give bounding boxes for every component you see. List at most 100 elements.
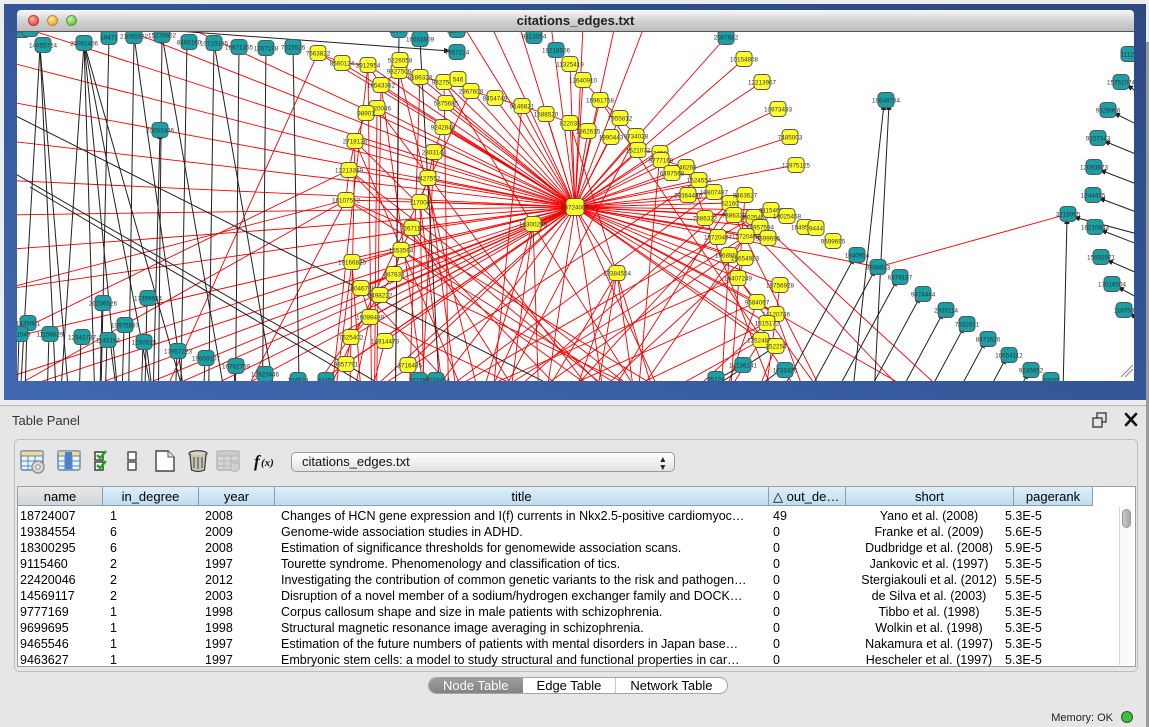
svg-text:7663822: 7663822 [306,50,331,57]
svg-text:11325419: 11325419 [556,61,584,68]
svg-text:12975125: 12975125 [782,162,811,169]
svg-text:252254: 252254 [765,343,787,350]
svg-text:95124: 95124 [707,376,725,381]
svg-text:10654112: 10654112 [995,352,1023,359]
svg-text:98901: 98901 [357,110,375,117]
svg-text:12213369: 12213369 [335,167,364,174]
svg-text:18300295: 18300295 [519,221,548,228]
svg-text:2718126: 2718126 [343,138,368,145]
svg-text:2935114: 2935114 [934,307,959,314]
svg-text:2087682: 2087682 [714,34,739,41]
svg-text:9777169: 9777169 [649,157,674,164]
svg-text:19654923: 19654923 [731,255,760,262]
svg-text:19756928: 19756928 [766,282,795,289]
svg-text:12033454: 12033454 [422,377,451,381]
svg-text:5226058: 5226058 [388,57,413,64]
svg-text:14055724: 14055724 [29,42,58,49]
svg-text:391549: 391549 [17,331,31,338]
svg-text:7857224: 7857224 [445,49,470,56]
svg-text:19473: 19473 [100,34,118,41]
svg-text:20053346: 20053346 [146,127,175,134]
svg-text:546: 546 [453,76,464,83]
svg-text:10975887: 10975887 [111,322,140,329]
svg-text:12923446: 12923446 [251,371,280,378]
svg-text:9474444: 9474444 [911,291,936,298]
svg-text:104523: 104523 [287,377,309,381]
svg-text:21065322: 21065322 [120,33,149,40]
svg-text:7955812: 7955812 [608,115,633,122]
svg-text:20364436: 20364436 [674,192,703,199]
svg-text:3267110: 3267110 [400,225,425,232]
svg-text:20206526: 20206526 [89,300,118,307]
svg-text:8466160: 8466160 [177,39,202,46]
svg-text:1145194: 1145194 [96,337,121,344]
svg-text:11126: 11126 [1121,51,1134,58]
svg-text:17016504: 17016504 [1098,281,1127,288]
svg-text:14136141: 14136141 [729,362,758,369]
svg-text:1244415: 1244415 [1081,192,1106,199]
svg-text:9857791: 9857791 [334,361,359,368]
svg-text:15751074: 15751074 [1107,79,1134,86]
svg-text:7632621: 7632621 [955,321,980,328]
svg-text:8660124: 8660124 [330,60,355,67]
svg-text:19166825: 19166825 [338,259,367,266]
svg-text:6497568: 6497568 [660,170,685,177]
svg-text:7515526: 7515526 [281,44,306,51]
svg-text:9146821: 9146821 [510,103,535,110]
svg-text:16033809: 16033809 [406,36,435,43]
svg-text:1624554: 1624554 [687,177,712,184]
svg-text:116304: 116304 [389,32,410,34]
svg-text:8938923: 8938923 [866,264,891,271]
svg-text:97045: 97045 [1042,377,1060,381]
svg-text:1067198: 1067198 [254,45,279,52]
svg-text:9329966: 9329966 [1096,107,1121,114]
svg-text:3912954: 3912954 [356,62,381,69]
svg-text:19384554: 19384554 [603,270,632,277]
svg-text:9463627: 9463627 [733,192,758,199]
svg-text:112543: 112543 [447,32,468,34]
svg-text:18407249: 18407249 [724,275,753,282]
svg-text:1588520: 1588520 [534,111,559,118]
svg-text:1990443: 1990443 [599,134,624,141]
svg-text:1553594: 1553594 [389,247,414,254]
svg-text:19958107: 19958107 [192,355,221,362]
svg-text:7386322: 7386322 [693,215,718,222]
svg-text:15692971: 15692971 [1087,254,1116,261]
svg-text:9684067: 9684067 [745,299,770,306]
svg-text:16671355: 16671355 [225,44,254,51]
svg-text:9793: 9793 [23,32,38,33]
svg-text:10025458: 10025458 [773,213,802,220]
svg-text:2967608: 2967608 [459,88,484,95]
svg-text:2803144: 2803144 [422,149,447,156]
svg-text:17359924: 17359924 [134,295,163,302]
svg-text:8471626: 8471626 [976,336,1001,343]
svg-text:12093873: 12093873 [1080,164,1109,171]
svg-text:16648784: 16648784 [872,97,901,104]
svg-text:822035: 822035 [559,120,581,127]
svg-text:9699695: 9699695 [756,235,781,242]
svg-text:8186328: 8186328 [408,74,433,81]
svg-text:117004: 117004 [410,199,431,206]
svg-text:1362615: 1362615 [576,128,601,135]
svg-text:18724007: 18724007 [561,204,590,211]
svg-text:10807487: 10807487 [700,189,729,196]
svg-text:(x): (x) [261,457,274,469]
svg-text:9227343: 9227343 [1086,135,1111,142]
svg-text:6879197: 6879197 [888,274,913,281]
svg-text:116753: 116753 [1114,307,1134,314]
svg-text:9444: 9444 [809,225,824,232]
svg-text:1733426: 1733426 [773,367,798,374]
svg-text:20091406: 20091406 [70,40,99,47]
svg-text:9699695: 9699695 [821,238,846,245]
svg-text:9734028: 9734028 [624,133,649,140]
svg-text:8454749: 8454749 [483,95,508,102]
svg-text:16961758: 16961758 [586,97,615,104]
svg-text:1640954: 1640954 [845,252,870,259]
svg-text:8427552: 8427552 [416,175,441,182]
svg-text:92450: 92450 [317,377,335,381]
svg-text:17957223: 17957223 [164,348,193,355]
svg-text:12213967: 12213967 [748,79,777,86]
svg-text:13716485: 13716485 [394,362,423,369]
svg-text:10973493: 10973493 [764,106,793,113]
svg-text:16107552: 16107552 [332,197,361,204]
